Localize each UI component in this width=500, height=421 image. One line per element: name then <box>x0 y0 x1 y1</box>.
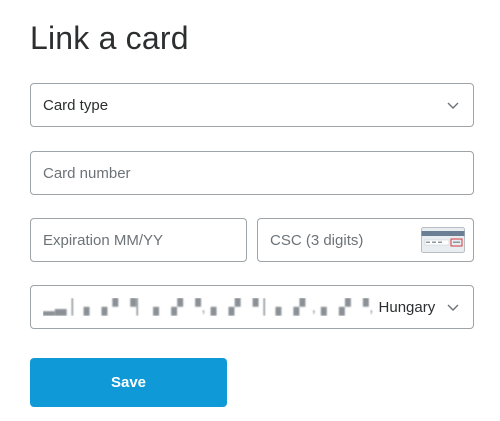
csc-field[interactable] <box>257 218 474 262</box>
billing-address-value: ▂▃ ▏▖▗ ▘▝▏ ▖▗▘▝, ▖▗▘▝ ▏▖▗▘, ▖▗▘▝, Hungar… <box>43 298 473 316</box>
billing-country: Hungary <box>378 299 436 316</box>
card-number-input[interactable] <box>43 152 473 194</box>
chevron-down-icon <box>447 304 459 311</box>
expiration-field[interactable] <box>30 218 247 262</box>
redacted-address: ▂▃ ▏▖▗ ▘▝▏ ▖▗▘▝, ▖▗▘▝ ▏▖▗▘, ▖▗▘▝, <box>43 299 379 316</box>
card-type-value: Card type <box>43 96 109 114</box>
billing-address-select[interactable]: ▂▃ ▏▖▗ ▘▝▏ ▖▗▘▝, ▖▗▘▝ ▏▖▗▘, ▖▗▘▝, Hungar… <box>30 285 474 329</box>
csc-card-back-icon <box>421 227 465 253</box>
card-number-field[interactable] <box>30 151 474 195</box>
chevron-down-icon <box>447 102 459 109</box>
expiration-input[interactable] <box>43 219 246 261</box>
csc-input[interactable] <box>270 219 413 261</box>
page-title: Link a card <box>30 20 189 56</box>
card-type-select[interactable]: Card type <box>30 83 474 127</box>
save-button[interactable]: Save <box>30 358 227 407</box>
